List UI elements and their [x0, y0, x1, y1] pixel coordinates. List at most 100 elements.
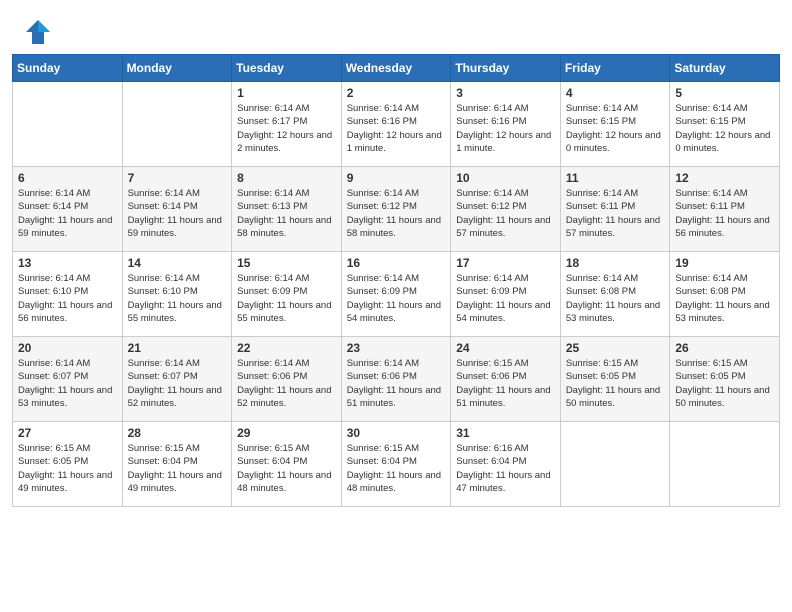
day-cell: 11 Sunrise: 6:14 AM Sunset: 6:11 PM Dayli…: [560, 167, 670, 252]
day-number: 14: [128, 256, 227, 270]
day-number: 11: [566, 171, 665, 185]
day-number: 3: [456, 86, 555, 100]
day-header-sunday: Sunday: [13, 55, 123, 82]
day-number: 22: [237, 341, 336, 355]
day-info: Sunrise: 6:14 AM Sunset: 6:15 PM Dayligh…: [675, 102, 774, 155]
day-number: 23: [347, 341, 446, 355]
day-info: Sunrise: 6:14 AM Sunset: 6:10 PM Dayligh…: [128, 272, 227, 325]
day-number: 27: [18, 426, 117, 440]
day-info: Sunrise: 6:14 AM Sunset: 6:10 PM Dayligh…: [18, 272, 117, 325]
day-cell: 26 Sunrise: 6:15 AM Sunset: 6:05 PM Dayli…: [670, 337, 780, 422]
day-cell: [13, 82, 123, 167]
day-cell: 13 Sunrise: 6:14 AM Sunset: 6:10 PM Dayli…: [13, 252, 123, 337]
day-number: 1: [237, 86, 336, 100]
day-header-tuesday: Tuesday: [232, 55, 342, 82]
day-cell: 16 Sunrise: 6:14 AM Sunset: 6:09 PM Dayli…: [341, 252, 451, 337]
day-number: 19: [675, 256, 774, 270]
day-info: Sunrise: 6:14 AM Sunset: 6:06 PM Dayligh…: [347, 357, 446, 410]
day-info: Sunrise: 6:14 AM Sunset: 6:11 PM Dayligh…: [675, 187, 774, 240]
day-info: Sunrise: 6:15 AM Sunset: 6:05 PM Dayligh…: [566, 357, 665, 410]
day-number: 13: [18, 256, 117, 270]
day-info: Sunrise: 6:14 AM Sunset: 6:09 PM Dayligh…: [347, 272, 446, 325]
day-number: 6: [18, 171, 117, 185]
day-info: Sunrise: 6:14 AM Sunset: 6:16 PM Dayligh…: [456, 102, 555, 155]
day-cell: 9 Sunrise: 6:14 AM Sunset: 6:12 PM Daylig…: [341, 167, 451, 252]
day-number: 18: [566, 256, 665, 270]
day-cell: 3 Sunrise: 6:14 AM Sunset: 6:16 PM Daylig…: [451, 82, 561, 167]
day-cell: 10 Sunrise: 6:14 AM Sunset: 6:12 PM Dayli…: [451, 167, 561, 252]
day-info: Sunrise: 6:16 AM Sunset: 6:04 PM Dayligh…: [456, 442, 555, 495]
day-cell: 25 Sunrise: 6:15 AM Sunset: 6:05 PM Dayli…: [560, 337, 670, 422]
day-number: 17: [456, 256, 555, 270]
day-number: 12: [675, 171, 774, 185]
day-number: 26: [675, 341, 774, 355]
calendar-table: SundayMondayTuesdayWednesdayThursdayFrid…: [12, 54, 780, 507]
day-number: 8: [237, 171, 336, 185]
day-number: 16: [347, 256, 446, 270]
day-number: 15: [237, 256, 336, 270]
calendar-wrapper: SundayMondayTuesdayWednesdayThursdayFrid…: [0, 54, 792, 519]
day-cell: 1 Sunrise: 6:14 AM Sunset: 6:17 PM Daylig…: [232, 82, 342, 167]
day-info: Sunrise: 6:14 AM Sunset: 6:12 PM Dayligh…: [347, 187, 446, 240]
day-info: Sunrise: 6:14 AM Sunset: 6:17 PM Dayligh…: [237, 102, 336, 155]
day-number: 10: [456, 171, 555, 185]
day-header-thursday: Thursday: [451, 55, 561, 82]
day-cell: 19 Sunrise: 6:14 AM Sunset: 6:08 PM Dayli…: [670, 252, 780, 337]
day-header-saturday: Saturday: [670, 55, 780, 82]
header: [0, 0, 792, 54]
day-info: Sunrise: 6:14 AM Sunset: 6:16 PM Dayligh…: [347, 102, 446, 155]
day-number: 2: [347, 86, 446, 100]
day-header-friday: Friday: [560, 55, 670, 82]
logo-icon: [24, 18, 52, 46]
day-cell: 24Sunrise: 6:15 AM Sunset: 6:06 PM Dayli…: [451, 337, 561, 422]
day-cell: [670, 422, 780, 507]
day-cell: 31Sunrise: 6:16 AM Sunset: 6:04 PM Dayli…: [451, 422, 561, 507]
day-info: Sunrise: 6:14 AM Sunset: 6:08 PM Dayligh…: [566, 272, 665, 325]
day-cell: 27 Sunrise: 6:15 AM Sunset: 6:05 PM Dayli…: [13, 422, 123, 507]
day-cell: [122, 82, 232, 167]
day-header-monday: Monday: [122, 55, 232, 82]
day-info: Sunrise: 6:14 AM Sunset: 6:14 PM Dayligh…: [128, 187, 227, 240]
day-number: 9: [347, 171, 446, 185]
day-cell: [560, 422, 670, 507]
week-row-3: 13 Sunrise: 6:14 AM Sunset: 6:10 PM Dayli…: [13, 252, 780, 337]
logo: [24, 18, 54, 46]
day-info: Sunrise: 6:14 AM Sunset: 6:09 PM Dayligh…: [456, 272, 555, 325]
day-info: Sunrise: 6:15 AM Sunset: 6:04 PM Dayligh…: [128, 442, 227, 495]
day-cell: 20 Sunrise: 6:14 AM Sunset: 6:07 PM Dayli…: [13, 337, 123, 422]
day-info: Sunrise: 6:14 AM Sunset: 6:13 PM Dayligh…: [237, 187, 336, 240]
day-cell: 22Sunrise: 6:14 AM Sunset: 6:06 PM Dayli…: [232, 337, 342, 422]
day-cell: 12 Sunrise: 6:14 AM Sunset: 6:11 PM Dayli…: [670, 167, 780, 252]
day-number: 5: [675, 86, 774, 100]
week-row-4: 20 Sunrise: 6:14 AM Sunset: 6:07 PM Dayli…: [13, 337, 780, 422]
day-cell: 14 Sunrise: 6:14 AM Sunset: 6:10 PM Dayli…: [122, 252, 232, 337]
day-number: 20: [18, 341, 117, 355]
day-cell: 15Sunrise: 6:14 AM Sunset: 6:09 PM Dayli…: [232, 252, 342, 337]
day-info: Sunrise: 6:14 AM Sunset: 6:14 PM Dayligh…: [18, 187, 117, 240]
day-cell: 5 Sunrise: 6:14 AM Sunset: 6:15 PM Daylig…: [670, 82, 780, 167]
day-number: 25: [566, 341, 665, 355]
day-info: Sunrise: 6:15 AM Sunset: 6:05 PM Dayligh…: [675, 357, 774, 410]
day-info: Sunrise: 6:14 AM Sunset: 6:07 PM Dayligh…: [128, 357, 227, 410]
day-number: 7: [128, 171, 227, 185]
day-cell: 21 Sunrise: 6:14 AM Sunset: 6:07 PM Dayli…: [122, 337, 232, 422]
day-info: Sunrise: 6:14 AM Sunset: 6:12 PM Dayligh…: [456, 187, 555, 240]
week-row-2: 6 Sunrise: 6:14 AM Sunset: 6:14 PM Daylig…: [13, 167, 780, 252]
day-info: Sunrise: 6:14 AM Sunset: 6:11 PM Dayligh…: [566, 187, 665, 240]
day-info: Sunrise: 6:15 AM Sunset: 6:05 PM Dayligh…: [18, 442, 117, 495]
day-info: Sunrise: 6:14 AM Sunset: 6:07 PM Dayligh…: [18, 357, 117, 410]
day-cell: 6 Sunrise: 6:14 AM Sunset: 6:14 PM Daylig…: [13, 167, 123, 252]
day-cell: 8 Sunrise: 6:14 AM Sunset: 6:13 PM Daylig…: [232, 167, 342, 252]
day-cell: 23 Sunrise: 6:14 AM Sunset: 6:06 PM Dayli…: [341, 337, 451, 422]
day-cell: 7 Sunrise: 6:14 AM Sunset: 6:14 PM Daylig…: [122, 167, 232, 252]
day-number: 28: [128, 426, 227, 440]
day-info: Sunrise: 6:14 AM Sunset: 6:15 PM Dayligh…: [566, 102, 665, 155]
day-number: 24: [456, 341, 555, 355]
day-info: Sunrise: 6:14 AM Sunset: 6:08 PM Dayligh…: [675, 272, 774, 325]
day-number: 21: [128, 341, 227, 355]
day-number: 4: [566, 86, 665, 100]
day-number: 29: [237, 426, 336, 440]
week-row-5: 27 Sunrise: 6:15 AM Sunset: 6:05 PM Dayli…: [13, 422, 780, 507]
day-cell: 30Sunrise: 6:15 AM Sunset: 6:04 PM Dayli…: [341, 422, 451, 507]
day-cell: 18 Sunrise: 6:14 AM Sunset: 6:08 PM Dayli…: [560, 252, 670, 337]
